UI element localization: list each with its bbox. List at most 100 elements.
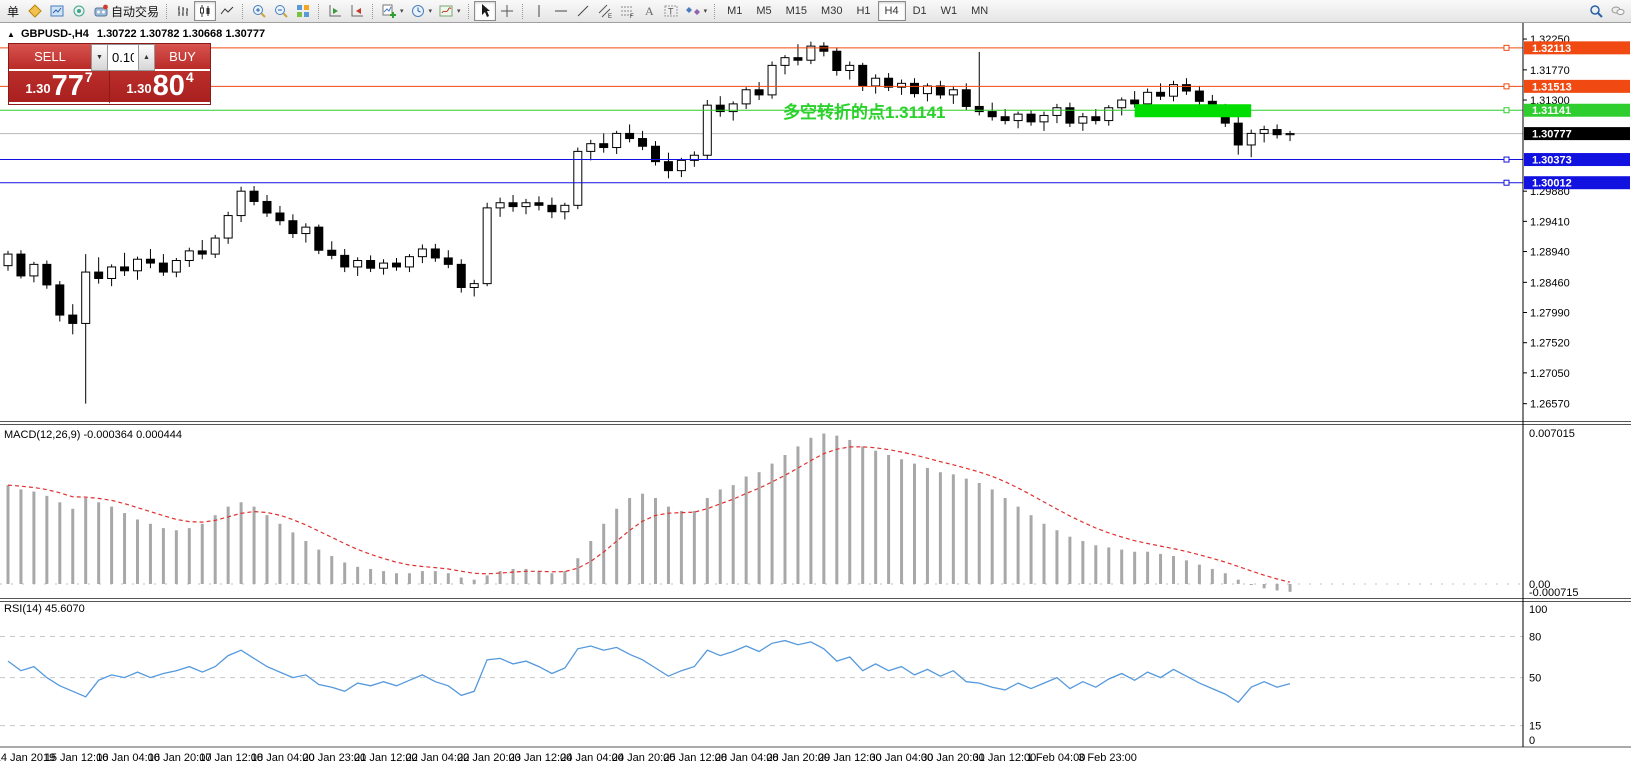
- text-button[interactable]: A: [638, 1, 660, 21]
- sell-price-big: 77: [52, 74, 84, 99]
- autotrading-toggle[interactable]: 自动交易: [90, 1, 162, 21]
- timeframe-M1[interactable]: M1: [720, 1, 749, 21]
- chart-title: ▲ GBPUSD-,H4 1.30722 1.30782 1.30668 1.3…: [7, 28, 265, 40]
- svg-text:1.31141: 1.31141: [1532, 105, 1571, 117]
- autotrading-toggle-label: 自动交易: [111, 3, 159, 20]
- sell-price-pip: 7: [85, 69, 93, 85]
- chart-candles-button[interactable]: [194, 1, 216, 21]
- chart-shift-button[interactable]: [346, 1, 368, 21]
- svg-text:0: 0: [1529, 735, 1535, 747]
- auto-scroll-button[interactable]: [324, 1, 346, 21]
- svg-text:80: 80: [1529, 631, 1541, 643]
- toolbar-grip: [522, 4, 524, 19]
- new-order-button[interactable]: 单: [2, 1, 24, 21]
- shapes-button[interactable]: ▾: [682, 1, 711, 21]
- signals-button[interactable]: [68, 1, 90, 21]
- ohlc-values: 1.30722 1.30782 1.30668 1.30777: [97, 28, 265, 40]
- buy-price-display[interactable]: 1.30 80 4: [110, 71, 210, 104]
- toolbar-grip: [242, 4, 244, 19]
- fibonacci-button[interactable]: F: [616, 1, 638, 21]
- svg-text:1.26570: 1.26570: [1530, 399, 1570, 411]
- svg-text:1.30012: 1.30012: [1532, 178, 1572, 190]
- charts-window-button[interactable]: [46, 1, 68, 21]
- horizontal-line-button[interactable]: [550, 1, 572, 21]
- svg-text:1.27520: 1.27520: [1530, 338, 1570, 350]
- svg-text:3 Feb 23:00: 3 Feb 23:00: [1078, 752, 1137, 764]
- buy-button[interactable]: BUY: [155, 44, 210, 71]
- buy-price-prefix: 1.30: [126, 81, 151, 96]
- timeframe-M15[interactable]: M15: [779, 1, 814, 21]
- svg-text:1 Feb 04:00: 1 Feb 04:00: [1027, 752, 1086, 764]
- svg-text:100: 100: [1529, 604, 1547, 616]
- buy-price-pip: 4: [186, 69, 194, 85]
- dropdown-arrow-icon[interactable]: ▾: [400, 7, 404, 15]
- rsi-label: RSI(14) 45.6070: [4, 603, 85, 615]
- timeframe-M5[interactable]: M5: [749, 1, 778, 21]
- toolbar: 单 自动交易 ▾ ▾ ▾ E F A T ▾ M1M5M15M30H1H4D1W1MN: [0, 0, 1631, 23]
- search-button[interactable]: [1585, 1, 1607, 21]
- timeframe-D1[interactable]: D1: [906, 1, 934, 21]
- svg-text:-0.000715: -0.000715: [1529, 587, 1579, 599]
- macd-label: MACD(12,26,9) -0.000364 0.000444: [4, 429, 182, 441]
- svg-text:1.28460: 1.28460: [1530, 277, 1570, 289]
- toolbar-grip: [318, 4, 320, 19]
- price-chart-canvas[interactable]: 1.322501.317701.313001.298801.294101.289…: [0, 23, 1631, 771]
- timeframe-H4[interactable]: H4: [878, 1, 906, 21]
- svg-text:0.007015: 0.007015: [1529, 428, 1575, 440]
- svg-text:T: T: [668, 7, 674, 17]
- svg-text:1.31513: 1.31513: [1532, 81, 1572, 93]
- equidistant-channel-button[interactable]: E: [594, 1, 616, 21]
- svg-text:A: A: [645, 4, 654, 18]
- chart-bars-button[interactable]: [172, 1, 194, 21]
- metaeditor-button[interactable]: [24, 1, 46, 21]
- chart-window: 1.322501.317701.313001.298801.294101.289…: [0, 23, 1631, 771]
- community-button[interactable]: [1607, 1, 1629, 21]
- toolbar-grip: [372, 4, 374, 19]
- sell-button[interactable]: SELL: [9, 44, 91, 71]
- svg-text:F: F: [630, 14, 634, 19]
- periods-button[interactable]: ▾: [407, 1, 436, 21]
- tile-windows-button[interactable]: [292, 1, 314, 21]
- templates-button[interactable]: ▾: [435, 1, 464, 21]
- new-order-button-label: 单: [7, 3, 19, 20]
- dropdown-arrow-icon[interactable]: ▾: [429, 7, 433, 15]
- svg-text:1.28940: 1.28940: [1530, 247, 1570, 259]
- add-indicator-button[interactable]: ▾: [378, 1, 407, 21]
- vertical-line-button[interactable]: [528, 1, 550, 21]
- toolbar-grip: [468, 4, 470, 19]
- sell-price-prefix: 1.30: [25, 81, 50, 96]
- annotation-text[interactable]: 多空转折的点1.31141: [783, 98, 946, 123]
- svg-text:1.30777: 1.30777: [1532, 129, 1572, 141]
- volume-increase-button[interactable]: ▲: [138, 44, 155, 71]
- timeframe-M30[interactable]: M30: [814, 1, 849, 21]
- zoom-out-button[interactable]: [270, 1, 292, 21]
- svg-text:1.32113: 1.32113: [1532, 43, 1571, 55]
- zoom-in-button[interactable]: [248, 1, 270, 21]
- timeframe-MN[interactable]: MN: [964, 1, 995, 21]
- svg-text:15: 15: [1529, 721, 1541, 733]
- svg-text:1.31770: 1.31770: [1530, 65, 1570, 77]
- svg-text:1.27990: 1.27990: [1530, 308, 1570, 320]
- volume-input[interactable]: [108, 44, 138, 71]
- symbol-period-label: GBPUSD-,H4: [21, 28, 89, 40]
- crosshair-button[interactable]: [496, 1, 518, 21]
- svg-text:1.30373: 1.30373: [1532, 155, 1572, 167]
- cursor-button[interactable]: [474, 1, 496, 21]
- sell-price-display[interactable]: 1.30 77 7: [9, 71, 110, 104]
- timeframe-H1[interactable]: H1: [849, 1, 877, 21]
- dropdown-arrow-icon[interactable]: ▾: [457, 7, 461, 15]
- toolbar-grip: [714, 4, 716, 19]
- one-click-trading-panel: SELL ▼ ▲ BUY 1.30 77 7 1.30 80 4: [8, 43, 211, 105]
- svg-text:50: 50: [1529, 673, 1541, 685]
- toolbar-grip: [166, 4, 168, 19]
- dropdown-arrow-icon[interactable]: ▾: [704, 7, 708, 15]
- collapse-arrow-icon[interactable]: ▲: [7, 30, 15, 39]
- svg-text:1.27050: 1.27050: [1530, 368, 1570, 380]
- svg-text:E: E: [608, 14, 612, 19]
- timeframe-W1[interactable]: W1: [934, 1, 965, 21]
- text-label-button[interactable]: T: [660, 1, 682, 21]
- svg-text:1.29410: 1.29410: [1530, 216, 1570, 228]
- volume-decrease-button[interactable]: ▼: [91, 44, 108, 71]
- chart-line-button[interactable]: [216, 1, 238, 21]
- trendline-button[interactable]: [572, 1, 594, 21]
